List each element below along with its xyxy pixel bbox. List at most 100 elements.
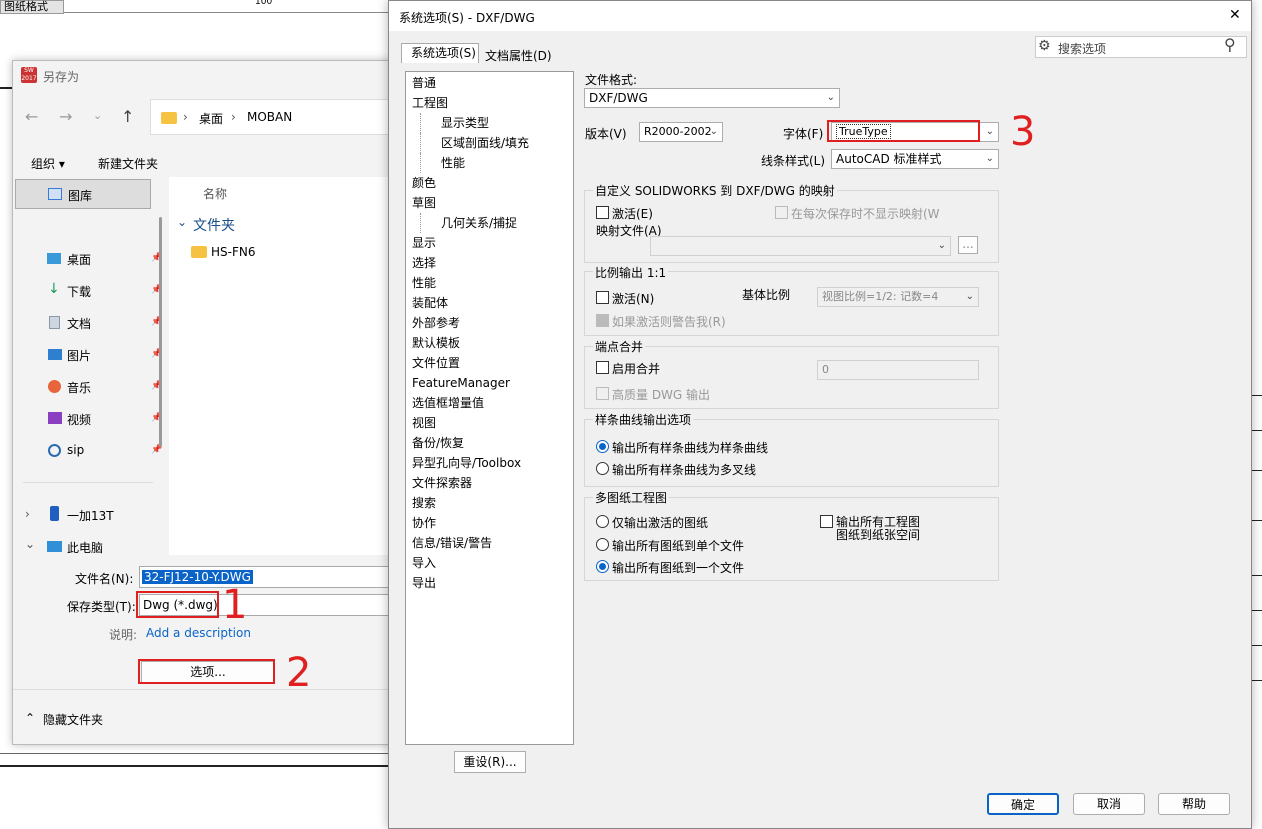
scale-group-title: 比例输出 1:1 — [593, 264, 669, 281]
sheet-format-tab[interactable]: 图纸格式 — [0, 0, 64, 14]
ok-button[interactable]: 确定 — [987, 793, 1059, 815]
reset-button[interactable]: 重设(R)... — [454, 751, 526, 773]
tab-document-properties[interactable]: 文档属性(D) — [485, 47, 552, 64]
scale-warn-checkbox[interactable] — [596, 314, 609, 327]
sidebar-item-this-pc[interactable]: 此电脑 — [67, 539, 103, 556]
paper-space-label-line2: 图纸到纸张空间 — [836, 528, 921, 542]
tree-item[interactable]: 选值框增量值 — [412, 393, 529, 413]
hide-folders-button[interactable]: 隐藏文件夹 — [43, 711, 103, 728]
tree-item[interactable]: 几何关系/捕捉 — [420, 213, 529, 233]
sidebar-item-videos[interactable]: 视频 — [67, 411, 91, 428]
sidebar-item-downloads[interactable]: 下载 — [67, 283, 91, 300]
tree-item[interactable]: 性能 — [420, 153, 529, 173]
drawing-table-line — [1252, 680, 1262, 681]
list-item[interactable]: HS-FN6 — [211, 245, 255, 259]
chevron-down-icon[interactable]: ⌄ — [25, 537, 35, 551]
tree-item[interactable]: FeatureManager — [412, 373, 529, 393]
sidebar-item-pictures[interactable]: 图片 — [67, 347, 91, 364]
chevron-up-icon[interactable]: ⌃ — [25, 711, 35, 725]
sidebar-item-gallery[interactable]: 图库 — [15, 179, 151, 209]
tab-system-options[interactable]: 系统选项(S) — [401, 43, 479, 63]
annotation-number-3: 3 — [1010, 109, 1036, 155]
tree-item[interactable]: 文件位置 — [412, 353, 529, 373]
tree-item[interactable]: 文件探索器 — [412, 473, 529, 493]
tree-item[interactable]: 普通 — [412, 73, 529, 93]
tree-item[interactable]: 外部参考 — [412, 313, 529, 333]
up-arrow-icon[interactable]: ↑ — [121, 107, 134, 126]
save-dialog-title: 另存为 — [43, 70, 80, 84]
tree-item[interactable]: 草图 — [412, 193, 529, 213]
search-box[interactable]: ⚙ 搜索选项 ⚲ — [1035, 35, 1247, 58]
mapping-activate-checkbox[interactable] — [596, 206, 609, 219]
tree-item[interactable]: 显示类型 — [420, 113, 529, 133]
organize-button[interactable]: 组织 ▾ — [31, 155, 65, 172]
filename-input[interactable]: 32-FJ12-10-Y.DWG — [139, 566, 393, 588]
sidebar-item-documents[interactable]: 文档 — [67, 315, 91, 332]
scale-warn-label: 如果激活则警告我(R) — [612, 315, 726, 329]
cancel-button[interactable]: 取消 — [1073, 793, 1145, 815]
sidebar-item-phone[interactable]: 一加13T — [67, 507, 114, 524]
sidebar-item-desktop[interactable]: 桌面 — [67, 251, 91, 268]
tree-item[interactable]: 协作 — [412, 513, 529, 533]
map-file-browse-button[interactable]: ... — [958, 236, 978, 254]
file-format-select[interactable]: DXF/DWG ⌄ — [584, 88, 840, 108]
forward-arrow-icon[interactable]: → — [59, 107, 72, 126]
tree-item[interactable]: 异型孔向导/Toolbox — [412, 453, 529, 473]
tree-item[interactable]: 导出 — [412, 573, 529, 593]
annotation-box-2 — [138, 659, 275, 684]
tree-item[interactable]: 工程图 — [412, 93, 529, 113]
tree-item[interactable]: 信息/错误/警告 — [412, 533, 529, 553]
chevron-down-icon[interactable]: ⌄ — [93, 109, 102, 122]
mapping-noshow-checkbox[interactable] — [775, 206, 788, 219]
linestyle-select[interactable]: AutoCAD 标准样式 ⌄ — [831, 149, 999, 169]
help-button[interactable]: 帮助 — [1158, 793, 1230, 815]
tree-item[interactable]: 选择 — [412, 253, 529, 273]
drawing-border-left — [0, 87, 12, 89]
nav-scrollbar[interactable] — [159, 217, 162, 447]
scale-activate-checkbox[interactable] — [596, 291, 609, 304]
tree-item[interactable]: 区域剖面线/填充 — [420, 133, 529, 153]
options-tree: 普通 工程图 显示类型 区域剖面线/填充 性能 颜色 草图 几何关系/捕捉 显示 选择 性能 装配体外… — [405, 71, 574, 745]
tree-item[interactable]: 默认模板 — [412, 333, 529, 353]
gear-icon[interactable]: ⚙ — [1038, 38, 1051, 54]
tree-item[interactable]: 显示 — [412, 233, 529, 253]
close-icon[interactable]: ✕ — [1229, 7, 1241, 23]
multisheet-option1-radio[interactable] — [596, 515, 609, 528]
group-header[interactable]: 文件夹 — [193, 215, 235, 235]
sidebar-item-sip[interactable]: sip — [67, 443, 84, 457]
merge-value-input[interactable]: 0 — [817, 360, 979, 380]
map-file-select[interactable]: ⌄ — [650, 236, 951, 256]
breadcrumb-desktop[interactable]: 桌面 — [199, 110, 223, 127]
add-description-link[interactable]: Add a description — [146, 626, 251, 640]
tree-item[interactable]: 颜色 — [412, 173, 529, 193]
group-chevron-icon[interactable]: ⌄ — [177, 215, 187, 229]
annotation-number-1: 1 — [222, 582, 248, 628]
version-select[interactable]: R2000-2002 ⌄ — [639, 122, 723, 142]
filename-label: 文件名(N): — [75, 572, 134, 586]
search-input-placeholder: 搜索选项 — [1058, 42, 1107, 56]
tree-item[interactable]: 视图 — [412, 413, 529, 433]
tree-item[interactable]: 备份/恢复 — [412, 433, 529, 453]
new-folder-button[interactable]: 新建文件夹 — [98, 155, 158, 172]
address-bar[interactable]: › 桌面 › MOBAN — [150, 99, 400, 135]
spline-option2-radio[interactable] — [596, 462, 609, 475]
merge-enable-checkbox[interactable] — [596, 361, 609, 374]
base-scale-select[interactable]: 视图比例=1/2: 记数=4 ⌄ — [817, 287, 979, 307]
multisheet-option3-radio[interactable] — [596, 560, 609, 573]
hq-dwg-checkbox[interactable] — [596, 387, 609, 400]
tree-item[interactable]: 装配体 — [412, 293, 529, 313]
search-icon[interactable]: ⚲ — [1224, 35, 1236, 54]
multisheet-option2-radio[interactable] — [596, 538, 609, 551]
spline-option1-radio[interactable] — [596, 440, 609, 453]
sidebar-item-music[interactable]: 音乐 — [67, 379, 91, 396]
tree-item[interactable]: 搜索 — [412, 493, 529, 513]
mapping-activate-label: 激活(E) — [612, 207, 653, 221]
column-header-name[interactable]: 名称 — [203, 185, 227, 202]
chevron-right-icon[interactable]: › — [25, 507, 30, 521]
tree-item[interactable]: 性能 — [412, 273, 529, 293]
breadcrumb-moban[interactable]: MOBAN — [247, 110, 292, 124]
paper-space-checkbox[interactable] — [820, 515, 833, 528]
drawing-border-bottom2 — [0, 753, 390, 754]
back-arrow-icon[interactable]: ← — [25, 107, 38, 126]
tree-item[interactable]: 导入 — [412, 553, 529, 573]
